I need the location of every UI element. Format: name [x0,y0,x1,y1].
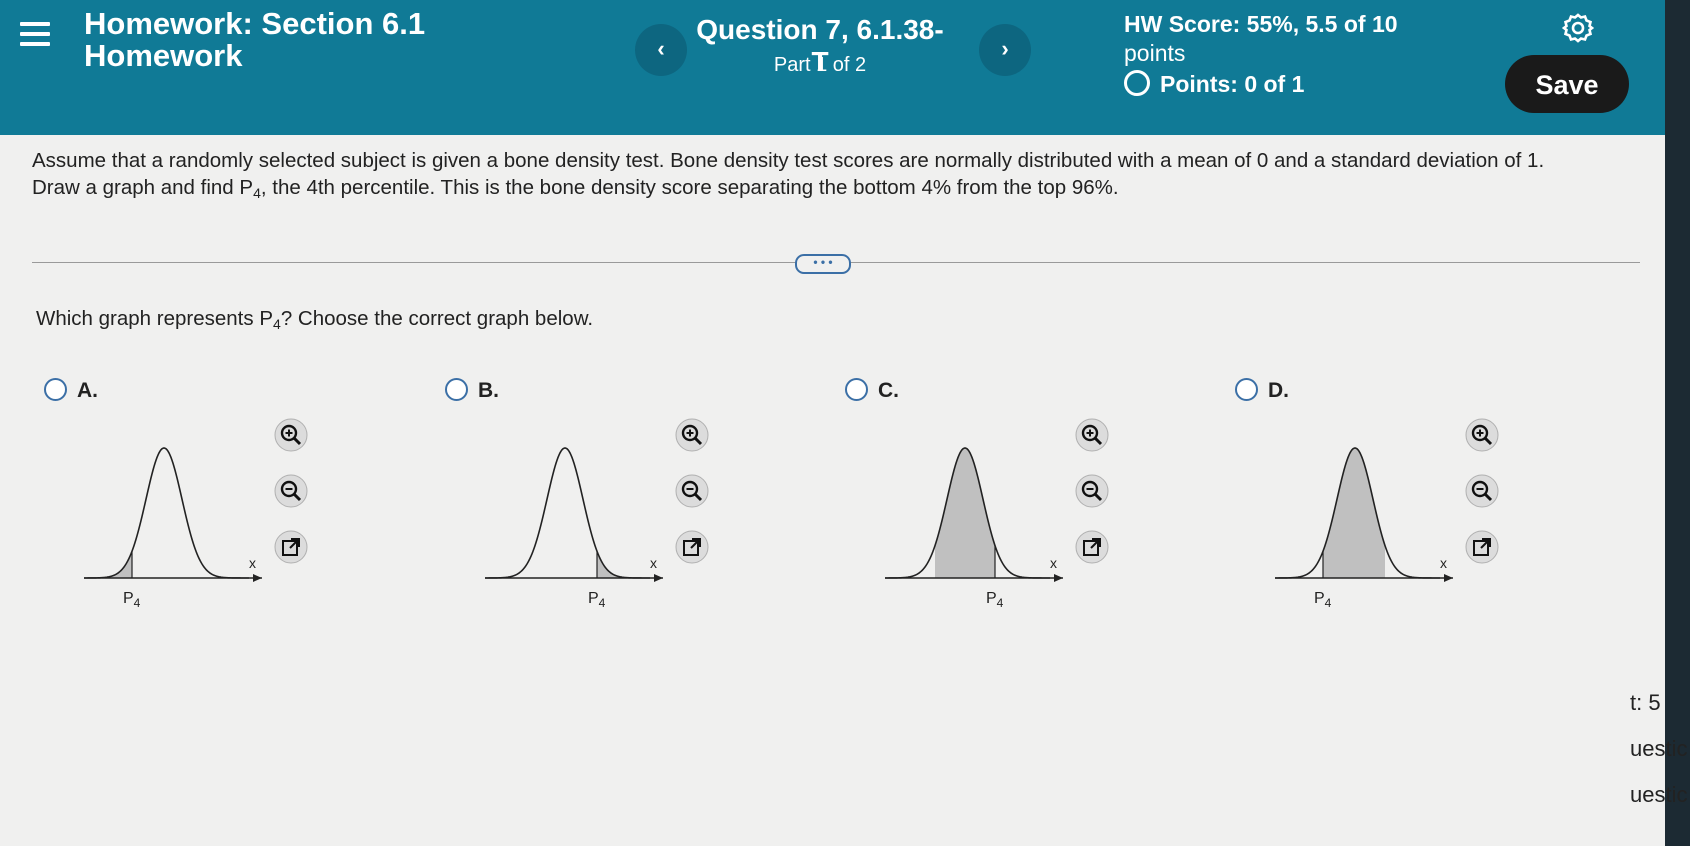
question-prompt: Which graph represents P4? Choose the co… [36,307,593,332]
question-text-line2-start: Draw a graph and find P [32,176,254,199]
hw-score: HW Score: 55%, 5.5 of 10 points [1124,10,1424,68]
x-axis-arrow [253,574,262,582]
option-c-graph: x P4 [885,447,1063,610]
question-text: Assume that a randomly selected subject … [32,147,1632,207]
question-text-line1: Assume that a randomly selected subject … [32,149,1545,172]
option-d: D. x P4 [1235,378,1615,618]
p4-label: P4 [1314,590,1332,610]
shaded-region [597,551,650,578]
p4-label-subscript: 4 [1325,596,1332,610]
zoom-out-icon[interactable] [675,474,709,508]
option-a-radio[interactable] [44,378,67,401]
p4-label-main: P [986,590,997,607]
hw-score-points: points [1124,40,1186,66]
gear-icon[interactable] [1562,12,1594,44]
normal-curve [84,447,249,579]
p4-label-subscript: 4 [599,596,606,610]
option-b-radio-row[interactable]: B. [445,378,499,403]
option-b-label: B. [478,379,499,402]
zoom-out-icon[interactable] [274,474,308,508]
homework-title-line2: Homework [84,38,243,73]
p4-label: P4 [123,590,141,610]
zoom-in-icon[interactable] [1465,418,1499,452]
points-text: Points: 0 of 1 [1160,71,1305,97]
option-b-radio[interactable] [445,378,468,401]
option-a-graph: x P4 [84,447,262,610]
homework-title-line1: Homework: Section 6.1 [84,6,426,41]
expand-more-button[interactable]: • • • [795,254,851,274]
chevron-left-icon: ‹ [657,36,665,61]
option-a: A. x P4 [44,378,424,618]
p4-label-subscript: 4 [134,596,141,610]
prompt-start: Which graph represents P [36,307,274,330]
next-question-button[interactable]: › [979,24,1031,76]
p4-label-subscript: 4 [997,596,1004,610]
side-text-2: uestic [1630,736,1688,761]
option-a-radio-row[interactable]: A. [44,378,98,403]
p4-label-main: P [588,590,599,607]
x-axis-arrow [654,574,663,582]
question-text-line2: Draw a graph and find P4, the 4th percen… [32,174,1632,207]
zoom-in-icon[interactable] [1075,418,1109,452]
option-d-graph: x P4 [1275,447,1453,610]
normal-curve [485,447,650,579]
x-axis-arrow [1054,574,1063,582]
open-in-new-window-icon[interactable] [675,530,709,564]
x-axis-label: x [1050,555,1057,571]
question-text-subscript: 4 [253,185,261,201]
p4-label-main: P [1314,590,1325,607]
chevron-right-icon: › [1001,36,1009,61]
p4-label: P4 [986,590,1004,610]
zoom-in-icon[interactable] [675,418,709,452]
zoom-in-icon[interactable] [274,418,308,452]
option-c: C. x P4 [845,378,1225,618]
p4-label: P4 [588,590,606,610]
question-part: Part 1 of 2 [773,54,867,76]
side-text-1: t: 5 [1630,690,1661,715]
option-d-radio-row[interactable]: D. [1235,378,1289,403]
option-b: B. x P4 [445,378,825,618]
x-axis-label: x [249,555,256,571]
option-c-radio-row[interactable]: C. [845,378,899,403]
points-circle-icon [1124,70,1150,96]
open-in-new-window-icon[interactable] [274,530,308,564]
save-button[interactable]: Save [1505,55,1629,113]
x-axis-arrow [1444,574,1453,582]
zoom-out-icon[interactable] [1465,474,1499,508]
side-panel-peek: t: 5 uestic uestic [1630,680,1687,818]
question-text-line2-end: , the 4th percentile. This is the bone d… [260,176,1119,199]
x-axis-label: x [650,555,657,571]
question-points: Points: 0 of 1 [1124,70,1304,98]
homework-title: Homework: Section 6.1 Homework [84,8,464,72]
side-text-3: uestic [1630,782,1688,807]
option-c-radio[interactable] [845,378,868,401]
header-bar: Homework: Section 6.1 Homework ‹ Questio… [0,0,1665,135]
zoom-out-icon[interactable] [1075,474,1109,508]
option-c-label: C. [878,379,899,402]
option-d-radio[interactable] [1235,378,1258,401]
open-in-new-window-icon[interactable] [1075,530,1109,564]
menu-icon[interactable] [20,22,50,52]
hw-score-text: HW Score: 55%, 5.5 of 10 [1124,11,1398,37]
x-axis-label: x [1440,555,1447,571]
p4-label-main: P [123,590,134,607]
prompt-end: ? Choose the correct graph below. [280,307,594,330]
page: Homework: Section 6.1 Homework ‹ Questio… [0,0,1687,846]
prompt-subscript: 4 [273,316,281,332]
option-b-graph: x P4 [485,447,663,610]
previous-question-button[interactable]: ‹ [635,24,687,76]
option-d-label: D. [1268,379,1289,402]
open-in-new-window-icon[interactable] [1465,530,1499,564]
option-a-label: A. [77,379,98,402]
question-content: Assume that a randomly selected subject … [0,135,1665,846]
